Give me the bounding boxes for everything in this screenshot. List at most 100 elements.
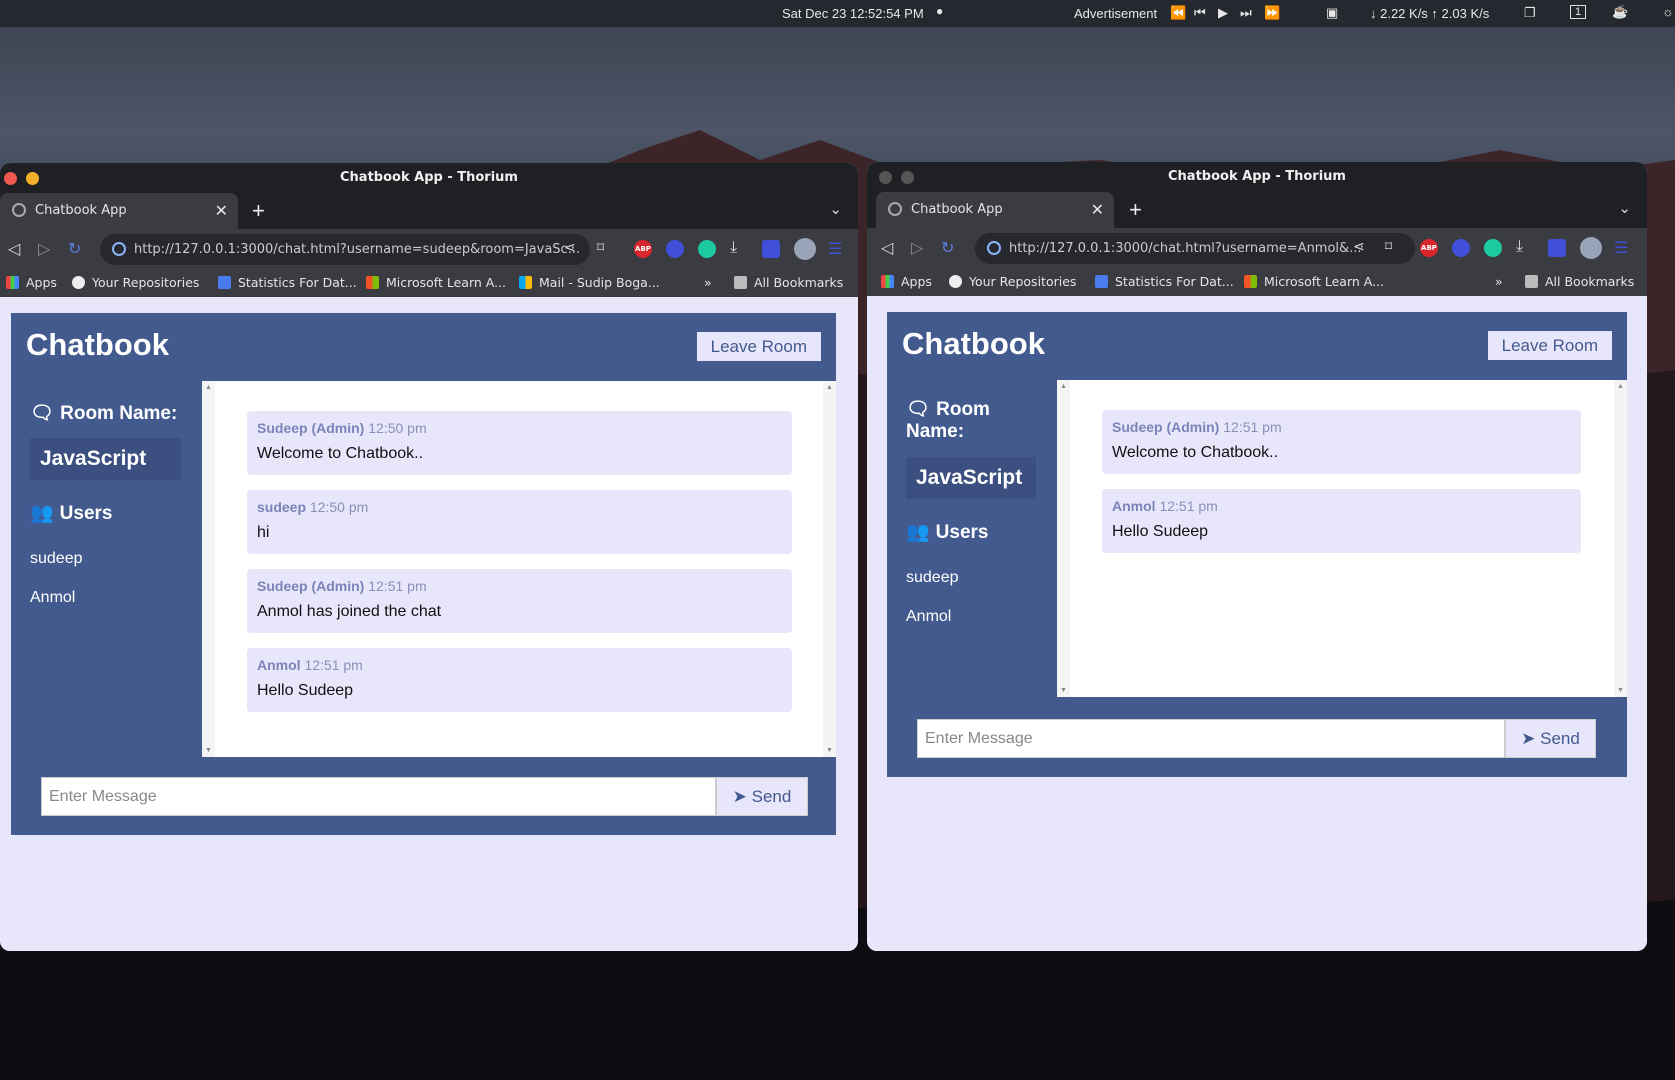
forward-icon[interactable]: ▷: [38, 239, 50, 259]
bookmark-mail[interactable]: Mail - Sudip Boga...: [519, 275, 660, 290]
system-top-bar: Sat Dec 23 12:52:54 PM ● Advertisement ⏪…: [0, 0, 1675, 27]
more-bookmarks-icon[interactable]: »: [1495, 274, 1503, 289]
close-window-icon[interactable]: [4, 172, 17, 185]
send-button[interactable]: ➤ Send: [1505, 719, 1596, 758]
room-heading: 🗨 Room Name:: [906, 399, 990, 442]
leave-room-button[interactable]: Leave Room: [1487, 331, 1612, 360]
scrollbar[interactable]: ▲ ▼: [823, 381, 836, 757]
download-icon[interactable]: ⤓: [730, 239, 737, 257]
workspace-indicator[interactable]: 1: [1570, 5, 1587, 19]
tab-chatbook[interactable]: Chatbook App ✕: [876, 192, 1114, 228]
apps-grid-icon: [881, 275, 894, 288]
scrollbar-left[interactable]: ▲ ▼: [202, 381, 215, 757]
site-info-icon[interactable]: [112, 242, 126, 256]
minimize-window-icon[interactable]: [26, 172, 39, 185]
address-bar[interactable]: http://127.0.0.1:3000/chat.html?username…: [100, 234, 590, 265]
user-item: sudeep: [906, 569, 959, 586]
bookmark-statistics[interactable]: Statistics For Dat...: [1095, 274, 1234, 289]
previous-icon[interactable]: ⏮: [1194, 5, 1206, 21]
close-tab-icon[interactable]: ✕: [1091, 200, 1104, 219]
message-time: 12:50 pm: [309, 499, 369, 515]
bookmark-apps[interactable]: Apps: [881, 274, 932, 289]
new-tab-icon[interactable]: +: [1129, 197, 1142, 223]
chevron-down-icon[interactable]: ⌄: [829, 200, 842, 218]
bookmark-apps[interactable]: Apps: [6, 275, 57, 290]
chevron-down-icon[interactable]: ⌄: [1618, 199, 1631, 217]
messages-panel[interactable]: ▲ ▼ ▲ ▼ Sudeep (Admin) 12:51 pm Welcome to…: [1057, 380, 1627, 697]
sidepanel-icon[interactable]: [762, 240, 780, 258]
message-text: hi: [257, 524, 270, 541]
tab-chatbook[interactable]: Chatbook App ✕: [0, 193, 238, 229]
share-icon[interactable]: ⋖: [564, 239, 576, 256]
bookmark-repositories[interactable]: Your Repositories: [949, 274, 1076, 289]
settings-icon[interactable]: ☼: [1662, 4, 1674, 19]
users-icon: 👥: [30, 503, 54, 524]
share-icon[interactable]: ⋖: [1353, 238, 1365, 255]
microsoft-icon: [519, 276, 532, 289]
avatar[interactable]: [794, 238, 816, 260]
tab-label: Chatbook App: [911, 202, 1003, 217]
github-icon: [72, 276, 85, 289]
fast-forward-icon[interactable]: ⏩: [1264, 5, 1280, 21]
bookmark-star-icon[interactable]: ⌑: [1385, 238, 1392, 255]
extension-flask-icon[interactable]: [698, 240, 716, 258]
coffee-icon[interactable]: ☕: [1612, 4, 1628, 20]
messages-panel[interactable]: ▲ ▼ ▲ ▼ Sudeep (Admin) 12:50 pm Welcome to…: [202, 381, 836, 757]
message-author: Sudeep (Admin): [257, 420, 365, 436]
message: Anmol 12:51 pm Hello Sudeep: [1102, 489, 1581, 553]
extension-puzzle-icon[interactable]: [1452, 239, 1470, 257]
menu-icon[interactable]: ☰: [828, 239, 842, 259]
message-time: 12:50 pm: [368, 420, 427, 436]
minimize-window-icon[interactable]: [901, 171, 914, 184]
page-content: Chatbook Leave Room 🗨 Room Name: JavaScrip…: [867, 296, 1647, 951]
browser-toolbar: ◁ ▷ ↻ http://127.0.0.1:3000/chat.html?us…: [867, 228, 1647, 268]
next-icon[interactable]: ⏭: [1240, 5, 1252, 21]
rewind-icon[interactable]: ⏪: [1170, 5, 1186, 21]
extension-flask-icon[interactable]: [1484, 239, 1502, 257]
globe-icon: [12, 203, 26, 217]
new-tab-icon[interactable]: +: [252, 198, 265, 224]
scrollbar-left[interactable]: ▲ ▼: [1057, 380, 1070, 697]
play-icon[interactable]: ▶: [1218, 5, 1228, 21]
reload-icon[interactable]: ↻: [68, 239, 81, 259]
room-heading: 🗨 Room Name:: [30, 403, 178, 424]
close-window-icon[interactable]: [879, 171, 892, 184]
tab-label: Chatbook App: [35, 203, 127, 218]
message-author: Sudeep (Admin): [257, 578, 365, 594]
message-input[interactable]: Enter Message: [41, 777, 716, 816]
bookmark-all[interactable]: All Bookmarks: [1525, 274, 1634, 289]
menu-icon[interactable]: ☰: [1614, 238, 1628, 258]
adblock-icon[interactable]: ABP: [634, 240, 652, 258]
download-icon[interactable]: ⤓: [1516, 238, 1523, 256]
clock[interactable]: Sat Dec 23 12:52:54 PM: [782, 6, 924, 21]
more-bookmarks-icon[interactable]: »: [704, 275, 712, 290]
message-author: Anmol: [257, 657, 301, 673]
bookmark-repositories[interactable]: Your Repositories: [72, 275, 199, 290]
clipboard-icon[interactable]: ❐: [1524, 5, 1536, 21]
send-button[interactable]: ➤ Send: [716, 777, 808, 816]
users-heading: 👥 Users: [30, 503, 113, 524]
bookmark-microsoft-learn[interactable]: Microsoft Learn A...: [366, 275, 506, 290]
bookmarks-bar: Apps Your Repositories Statistics For Da…: [867, 268, 1647, 296]
address-bar[interactable]: http://127.0.0.1:3000/chat.html?username…: [975, 233, 1415, 264]
sidepanel-icon[interactable]: [1548, 239, 1566, 257]
extension-puzzle-icon[interactable]: [666, 240, 684, 258]
reload-icon[interactable]: ↻: [941, 238, 954, 258]
scrollbar[interactable]: ▲ ▼: [1614, 380, 1627, 697]
avatar[interactable]: [1580, 237, 1602, 259]
screen-icon[interactable]: ▣: [1326, 5, 1338, 21]
bookmark-star-icon[interactable]: ⌑: [597, 239, 604, 256]
bookmark-statistics[interactable]: Statistics For Dat...: [218, 275, 357, 290]
message-input[interactable]: Enter Message: [917, 719, 1505, 758]
adblock-icon[interactable]: ABP: [1420, 239, 1438, 257]
close-tab-icon[interactable]: ✕: [215, 201, 228, 220]
forward-icon[interactable]: ▷: [911, 238, 923, 258]
message-author: Sudeep (Admin): [1112, 419, 1220, 435]
bookmark-microsoft-learn[interactable]: Microsoft Learn A...: [1244, 274, 1384, 289]
back-icon[interactable]: ◁: [881, 238, 893, 258]
site-info-icon[interactable]: [987, 241, 1001, 255]
bookmark-all[interactable]: All Bookmarks: [734, 275, 843, 290]
message-time: 12:51 pm: [1159, 498, 1218, 514]
back-icon[interactable]: ◁: [8, 239, 20, 259]
leave-room-button[interactable]: Leave Room: [696, 332, 821, 361]
